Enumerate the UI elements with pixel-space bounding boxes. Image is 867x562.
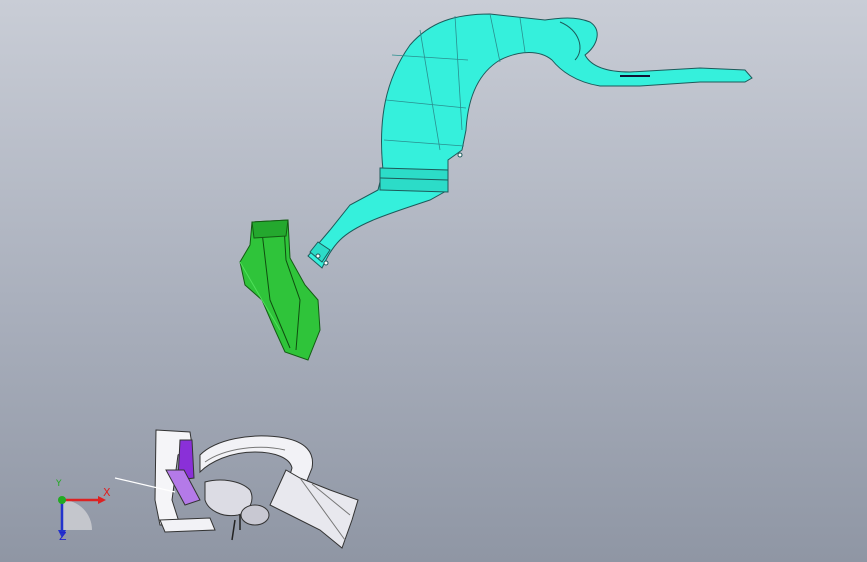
triad-y-label: Y: [56, 479, 62, 489]
green-bracket-part[interactable]: [239, 219, 321, 361]
triad-z-label: Z: [59, 530, 67, 543]
cyan-duct-part[interactable]: [307, 13, 753, 269]
white-assembly-part[interactable]: [114, 429, 359, 549]
model-viewport[interactable]: X Y Z: [0, 0, 867, 562]
triad-x-label: X: [103, 486, 111, 499]
3d-scene[interactable]: [0, 0, 867, 562]
